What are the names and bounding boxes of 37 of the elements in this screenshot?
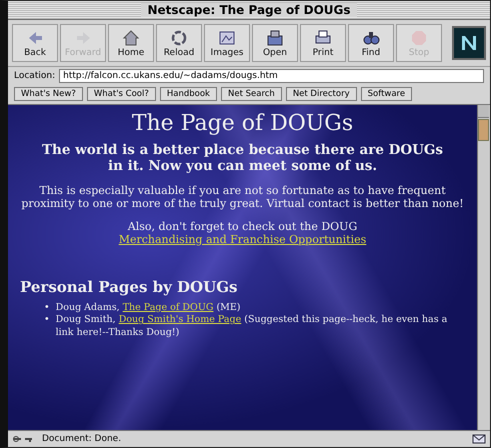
doug-entry: Doug Adams, The Page of DOUG (ME) bbox=[56, 302, 241, 314]
location-field[interactable]: http://falcon.cc.ukans.edu/~dadams/dougs.htm bbox=[59, 69, 484, 83]
directory-button[interactable]: Net Directory bbox=[286, 87, 357, 101]
toolbar-button[interactable]: Open bbox=[252, 24, 298, 62]
doug-entry: Doug Smith, Doug Smith's Home Page (Suggested this page--heck, he even has a link here!--Thanks Doug!) bbox=[56, 314, 448, 340]
home-page-link[interactable]: Doug Smith's Home Page bbox=[118, 314, 242, 326]
house-icon bbox=[121, 28, 141, 48]
directory-button[interactable]: Handbook bbox=[160, 87, 217, 101]
toolbar-button[interactable]: Images bbox=[204, 24, 250, 62]
open-icon bbox=[265, 28, 285, 48]
merchandise-link[interactable]: Merchandising and Franchise Opportunities bbox=[118, 233, 366, 246]
section-heading: Personal Pages by DOUGs bbox=[20, 278, 238, 296]
mail-icon[interactable] bbox=[472, 433, 486, 445]
broken-key-icon bbox=[12, 433, 34, 445]
stop-icon bbox=[409, 28, 429, 48]
page-heading: The Page of DOUGs bbox=[130, 111, 354, 136]
toolbar-button[interactable]: Reload bbox=[156, 24, 202, 62]
home-page-link[interactable]: The Page of DOUG bbox=[122, 302, 214, 313]
toolbar-button[interactable]: Back bbox=[12, 24, 58, 62]
directory-button[interactable]: What's Cool? bbox=[86, 87, 156, 101]
scrollbar[interactable] bbox=[477, 105, 490, 430]
bullet: • bbox=[44, 314, 50, 327]
window-title: Netscape: The Page of DOUGs bbox=[141, 3, 357, 17]
merchandise-paragraph: Also, don't forget to check out the DOUG Merchandising and Franchise Opportunities bbox=[118, 220, 368, 246]
directory-button[interactable]: Software bbox=[360, 87, 412, 101]
toolbar-button[interactable]: Find bbox=[348, 24, 394, 62]
toolbar-button[interactable]: Print bbox=[300, 24, 346, 62]
intro-paragraph: This is especially valuable if you are not so fortunate as to have frequent proximity to one or more of the truly great. Virtual contact is better than none! bbox=[20, 184, 465, 210]
reload-icon bbox=[169, 28, 189, 48]
bullet: • bbox=[44, 302, 50, 314]
tagline: The world is a better place because there are DOUGs in it. Now you can meet some of us. bbox=[40, 142, 444, 174]
directory-button[interactable]: Net Search bbox=[220, 87, 282, 101]
directory-button[interactable]: What's New? bbox=[14, 87, 83, 101]
location-label: Location: bbox=[14, 71, 56, 81]
status-text: Document: Done. bbox=[42, 434, 122, 444]
logo-icon bbox=[452, 26, 486, 60]
toolbar-button[interactable]: Home bbox=[108, 24, 154, 62]
